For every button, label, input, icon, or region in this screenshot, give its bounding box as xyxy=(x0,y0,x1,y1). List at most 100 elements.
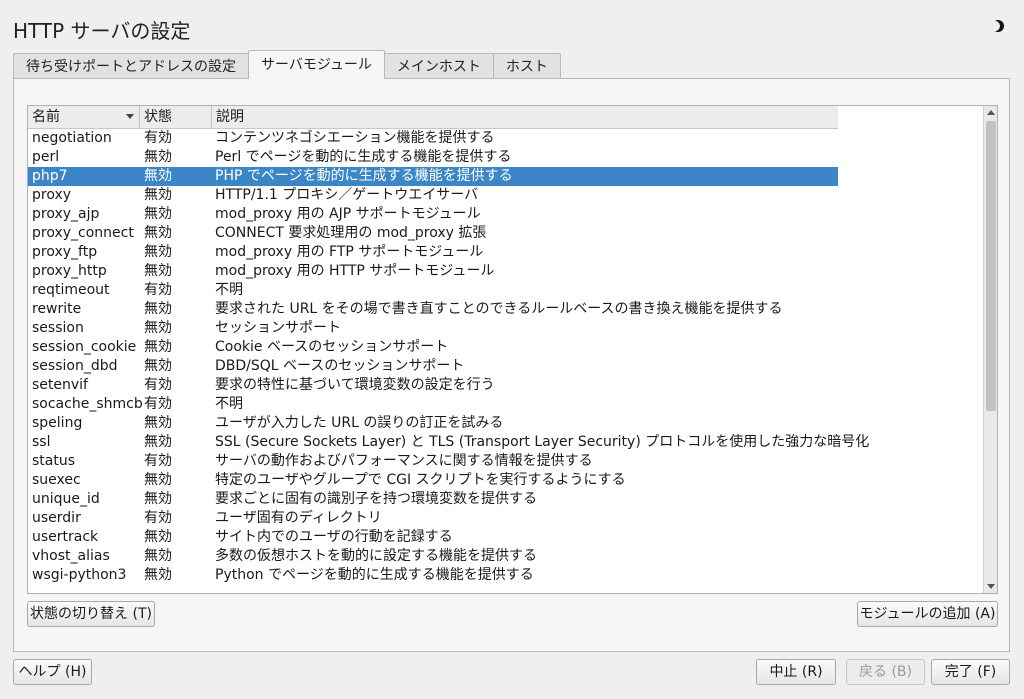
abort-button[interactable]: 中止 (R) xyxy=(756,659,836,685)
cell-name: proxy_connect xyxy=(32,225,134,241)
cell-name: php7 xyxy=(32,168,68,184)
cell-name: rewrite xyxy=(32,301,82,317)
cell-name: speling xyxy=(32,415,83,431)
cell-state: 無効 xyxy=(144,320,172,336)
scrollbar-thumb[interactable] xyxy=(986,121,996,411)
cell-description: セッションサポート xyxy=(215,320,341,336)
cell-name: session_cookie xyxy=(32,339,137,355)
cell-state: 無効 xyxy=(144,472,172,488)
cell-name: wsgi-python3 xyxy=(32,567,127,583)
cell-state: 有効 xyxy=(144,396,172,412)
column-header-name[interactable]: 名前 xyxy=(28,106,139,128)
cell-state: 有効 xyxy=(144,130,172,146)
table-row[interactable]: usertrack 無効 サイト内でのユーザの行動を記録する xyxy=(28,528,838,547)
cell-description: コンテンツネゴシエーション機能を提供する xyxy=(215,130,495,146)
cell-state: 無効 xyxy=(144,263,172,279)
table-row[interactable]: proxy_ftp 無効 mod_proxy 用の FTP サポートモジュール xyxy=(28,243,838,262)
cell-description: CONNECT 要求処理用の mod_proxy 拡張 xyxy=(215,225,487,241)
cell-name: usertrack xyxy=(32,529,99,545)
table-row[interactable]: negotiation 有効 コンテンツネゴシエーション機能を提供する xyxy=(28,129,838,148)
cell-description: Cookie ベースのセッションサポート xyxy=(215,339,449,355)
cell-description: DBD/SQL ベースのセッションサポート xyxy=(215,358,465,374)
cell-state: 無効 xyxy=(144,415,172,431)
cell-description: 要求された URL をその場で書き直すことのできるルールベースの書き換え機能を提… xyxy=(215,301,783,317)
cell-name: vhost_alias xyxy=(32,548,110,564)
moon-icon[interactable] xyxy=(990,18,1006,34)
table-row[interactable]: userdir 有効 ユーザ固有のディレクトリ xyxy=(28,509,838,528)
cell-name: perl xyxy=(32,149,60,165)
table-row[interactable]: speling 無効 ユーザが入力した URL の誤りの訂正を試みる xyxy=(28,414,838,433)
tab-main-host[interactable]: メインホスト xyxy=(383,53,494,79)
cell-name: socache_shmcb xyxy=(32,396,143,412)
cell-name: ssl xyxy=(32,434,51,450)
cell-state: 無効 xyxy=(144,149,172,165)
cell-state: 有効 xyxy=(144,282,172,298)
table-row[interactable]: setenvif 有効 要求の特性に基づいて環境変数の設定を行う xyxy=(28,376,838,395)
table-row[interactable]: vhost_alias 無効 多数の仮想ホストを動的に設定する機能を提供する xyxy=(28,547,838,566)
table-row[interactable]: session 無効 セッションサポート xyxy=(28,319,838,338)
cell-state: 有効 xyxy=(144,510,172,526)
table-row[interactable]: socache_shmcb 有効 不明 xyxy=(28,395,838,414)
cell-description: サーバの動作およびパフォーマンスに関する情報を提供する xyxy=(215,453,593,469)
cell-state: 有効 xyxy=(144,453,172,469)
arrow-up-icon xyxy=(987,110,995,115)
page-title: HTTP サーバの設定 xyxy=(13,19,191,43)
tab-server-modules[interactable]: サーバモジュール xyxy=(248,50,385,79)
table-row[interactable]: php7 無効 PHP でページを動的に生成する機能を提供する xyxy=(28,167,838,186)
cell-state: 無効 xyxy=(144,206,172,222)
cell-description: HTTP/1.1 プロキシ／ゲートウエイサーバ xyxy=(215,187,479,203)
cell-name: proxy xyxy=(32,187,72,203)
cell-description: 要求の特性に基づいて環境変数の設定を行う xyxy=(215,377,495,393)
cell-name: status xyxy=(32,453,76,469)
column-header-state[interactable]: 状態 xyxy=(139,106,211,128)
cell-description: 特定のユーザやグループで CGI スクリプトを実行するようにする xyxy=(215,472,626,488)
tab-listen-ports[interactable]: 待ち受けポートとアドレスの設定 xyxy=(13,53,249,79)
column-header-description[interactable]: 説明 xyxy=(211,106,838,128)
table-row[interactable]: unique_id 無効 要求ごとに固有の識別子を持つ環境変数を提供する xyxy=(28,490,838,509)
finish-button[interactable]: 完了 (F) xyxy=(931,659,1010,685)
cell-description: ユーザが入力した URL の誤りの訂正を試みる xyxy=(215,415,504,431)
tab-panel: 名前 状態 説明 negotiation 有効 コンテンツネゴシエーション機能を提供… xyxy=(13,78,1010,652)
cell-name: setenvif xyxy=(32,377,88,393)
cell-description: Python でページを動的に生成する機能を提供する xyxy=(215,567,534,583)
table-row[interactable]: proxy_ajp 無効 mod_proxy 用の AJP サポートモジュール xyxy=(28,205,838,224)
toggle-state-button[interactable]: 状態の切り替え (T) xyxy=(27,601,155,627)
table-row[interactable]: perl 無効 Perl でページを動的に生成する機能を提供する xyxy=(28,148,838,167)
cell-name: userdir xyxy=(32,510,81,526)
add-module-button[interactable]: モジュールの追加 (A) xyxy=(857,601,998,627)
table-row[interactable]: session_dbd 無効 DBD/SQL ベースのセッションサポート xyxy=(28,357,838,376)
cell-description: 要求ごとに固有の識別子を持つ環境変数を提供する xyxy=(215,491,537,507)
table-body: negotiation 有効 コンテンツネゴシエーション機能を提供する perl 無効 P… xyxy=(28,129,869,585)
sort-desc-icon xyxy=(126,114,134,119)
table-row[interactable]: ssl 無効 SSL (Secure Sockets Layer) と TLS (T… xyxy=(28,433,869,452)
cell-description: 不明 xyxy=(215,282,243,298)
cell-name: proxy_http xyxy=(32,263,107,279)
table-row[interactable]: reqtimeout 有効 不明 xyxy=(28,281,838,300)
cell-state: 無効 xyxy=(144,187,172,203)
cell-state: 無効 xyxy=(144,358,172,374)
cell-name: session_dbd xyxy=(32,358,118,374)
module-table[interactable]: 名前 状態 説明 negotiation 有効 コンテンツネゴシエーション機能を提供… xyxy=(27,105,998,594)
cell-state: 無効 xyxy=(144,225,172,241)
cell-state: 無効 xyxy=(144,434,172,450)
help-button[interactable]: ヘルプ (H) xyxy=(13,659,92,685)
scroll-up-button[interactable] xyxy=(984,106,997,120)
table-row[interactable]: wsgi-python3 無効 Python でページを動的に生成する機能を提供する xyxy=(28,566,838,585)
table-row[interactable]: proxy_connect 無効 CONNECT 要求処理用の mod_proxy … xyxy=(28,224,838,243)
tab-bar: 待ち受けポートとアドレスの設定 サーバモジュール メインホスト ホスト xyxy=(13,50,561,79)
table-row[interactable]: proxy_http 無効 mod_proxy 用の HTTP サポートモジュール xyxy=(28,262,838,281)
cell-state: 無効 xyxy=(144,491,172,507)
table-row[interactable]: suexec 無効 特定のユーザやグループで CGI スクリプトを実行するようにする xyxy=(28,471,838,490)
cell-description: Perl でページを動的に生成する機能を提供する xyxy=(215,149,512,165)
back-button[interactable]: 戻る (B) xyxy=(846,659,925,685)
cell-name: session xyxy=(32,320,84,336)
scroll-down-button[interactable] xyxy=(984,579,997,593)
table-row[interactable]: rewrite 無効 要求された URL をその場で書き直すことのできるルールベース… xyxy=(28,300,838,319)
tab-hosts[interactable]: ホスト xyxy=(492,53,561,79)
vertical-scrollbar[interactable] xyxy=(983,106,997,593)
table-row[interactable]: session_cookie 無効 Cookie ベースのセッションサポート xyxy=(28,338,838,357)
cell-description: mod_proxy 用の AJP サポートモジュール xyxy=(215,206,481,222)
table-row[interactable]: proxy 無効 HTTP/1.1 プロキシ／ゲートウエイサーバ xyxy=(28,186,838,205)
cell-description: 多数の仮想ホストを動的に設定する機能を提供する xyxy=(215,548,537,564)
table-row[interactable]: status 有効 サーバの動作およびパフォーマンスに関する情報を提供する xyxy=(28,452,838,471)
